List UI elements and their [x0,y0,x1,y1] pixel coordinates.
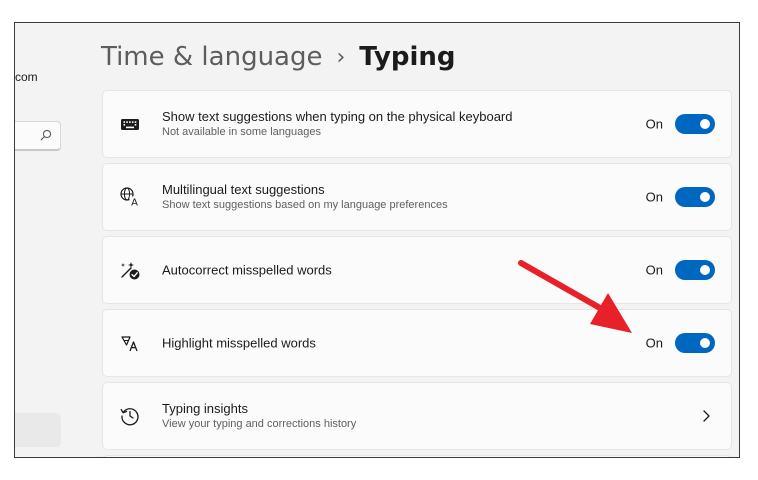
settings-list: Show text suggestions when typing on the… [102,90,732,457]
breadcrumb-separator: › [336,44,346,70]
setting-texts: Highlight misspelled words [162,335,316,352]
autocorrect-toggle[interactable] [675,260,715,280]
setting-description: Show text suggestions based on my langua… [162,199,448,211]
highlight-misspelled-toggle[interactable] [675,333,715,353]
toggle-knob [700,192,710,202]
setting-description: Not available in some languages [162,126,321,138]
setting-description: View your typing and corrections history [162,418,357,430]
toggle-state-label: On [645,116,663,132]
setting-texts: Show text suggestions when typing on the… [162,108,513,140]
search-input[interactable] [15,121,61,151]
setting-title: Autocorrect misspelled words [162,262,332,278]
multilingual-toggle[interactable] [675,187,715,207]
keyboard-icon [121,119,139,130]
toggle-knob [700,338,710,348]
account-email: com [15,70,38,84]
setting-text-suggestions[interactable]: Show text suggestions when typing on the… [102,90,732,158]
toggle-state-label: On [645,262,663,278]
highlight-spelling-icon [121,336,138,352]
breadcrumb: Time & language › Typing [101,37,456,77]
setting-title: Show text suggestions when typing on the… [162,109,513,124]
toggle-knob [700,119,710,129]
sidebar-item-selected[interactable] [15,413,61,447]
text-suggestions-toggle[interactable] [675,114,715,134]
setting-texts: Multilingual text suggestions Show text … [162,181,448,213]
chevron-right-icon[interactable] [701,409,711,423]
setting-texts: Autocorrect misspelled words [162,262,332,279]
toggle-state-label: On [645,335,663,351]
history-icon [120,408,139,426]
page-title: Typing [359,42,456,72]
breadcrumb-parent[interactable]: Time & language [101,42,322,72]
autocorrect-icon [121,262,140,280]
toggle-knob [700,265,710,275]
svg-text:A: A [131,198,138,209]
setting-title: Multilingual text suggestions [162,182,325,197]
setting-multilingual-suggestions[interactable]: A Multilingual text suggestions Show tex… [102,163,732,231]
setting-title: Highlight misspelled words [162,335,316,351]
setting-title: Typing insights [162,401,248,416]
toggle-state-label: On [645,189,663,205]
setting-card-partial [102,455,732,457]
multilingual-icon: A [120,187,140,209]
setting-texts: Typing insights View your typing and cor… [162,400,356,432]
sidebar: com [15,23,93,457]
setting-highlight-misspelled[interactable]: Highlight misspelled words On [102,309,732,377]
settings-window: com Time & language › Typing Show text s… [14,22,740,458]
search-icon [40,129,52,141]
setting-typing-insights[interactable]: Typing insights View your typing and cor… [102,382,732,450]
setting-autocorrect[interactable]: Autocorrect misspelled words On [102,236,732,304]
